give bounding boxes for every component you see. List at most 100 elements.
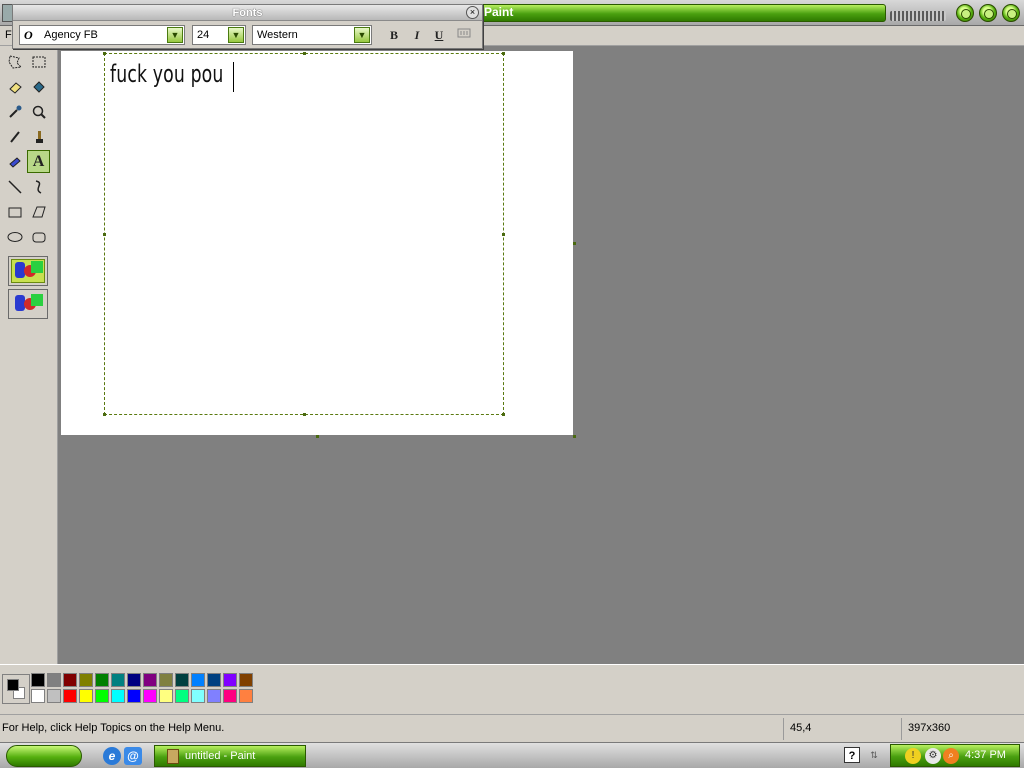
- help-icon[interactable]: ?: [844, 747, 860, 763]
- minimize-button[interactable]: [956, 4, 974, 22]
- canvas-resize-handle[interactable]: [316, 435, 319, 438]
- palette-swatch[interactable]: [111, 689, 125, 703]
- palette-swatch[interactable]: [239, 689, 253, 703]
- palette-swatch[interactable]: [207, 689, 221, 703]
- rounded-rect-icon[interactable]: [27, 225, 50, 248]
- free-select-icon[interactable]: [3, 50, 26, 73]
- palette-swatch[interactable]: [175, 689, 189, 703]
- palette-swatch[interactable]: [239, 673, 253, 687]
- text-box-handle[interactable]: [103, 233, 106, 236]
- chevron-down-icon[interactable]: ▼: [228, 27, 244, 43]
- palette-swatch[interactable]: [127, 673, 141, 687]
- palette-swatch[interactable]: [47, 673, 61, 687]
- text-box-handle[interactable]: [502, 413, 505, 416]
- airbrush-glyph: [8, 156, 21, 168]
- color-picker-icon[interactable]: [3, 100, 26, 123]
- palette-swatch[interactable]: [175, 673, 189, 687]
- palette-swatch[interactable]: [63, 673, 77, 687]
- palette-swatch[interactable]: [159, 673, 173, 687]
- paint-task-icon: [167, 749, 179, 764]
- search-icon[interactable]: ⌕: [943, 748, 959, 764]
- taskbar-task-label: untitled - Paint: [185, 750, 256, 762]
- ellipse-icon[interactable]: [3, 225, 26, 248]
- brush-glyph: [35, 130, 43, 143]
- rectangle-icon[interactable]: [3, 200, 26, 223]
- text-box-handle[interactable]: [303, 413, 306, 416]
- curve-icon[interactable]: [27, 175, 50, 198]
- option-shape-icon: [31, 294, 43, 306]
- text-caret: [233, 62, 234, 92]
- security-shield-icon[interactable]: !: [905, 748, 921, 764]
- fonts-toolbar[interactable]: Fonts × O Agency FB ▼ 24 ▼ Western ▼ B I…: [12, 4, 483, 49]
- start-button[interactable]: [6, 745, 82, 767]
- underline-button[interactable]: U: [429, 26, 449, 44]
- rect-select-icon[interactable]: [27, 50, 50, 73]
- magnifier-icon[interactable]: [27, 100, 50, 123]
- palette-swatch[interactable]: [79, 689, 93, 703]
- email-icon[interactable]: @: [124, 747, 142, 765]
- vertical-text-button[interactable]: [454, 26, 474, 44]
- status-help-text: For Help, click Help Topics on the Help …: [2, 722, 225, 734]
- bold-button[interactable]: B: [384, 26, 404, 44]
- palette-swatch[interactable]: [191, 689, 205, 703]
- palette-swatch[interactable]: [223, 689, 237, 703]
- text-box-handle[interactable]: [502, 52, 505, 55]
- palette-swatch[interactable]: [31, 673, 45, 687]
- palette-swatch[interactable]: [111, 673, 125, 687]
- transparent-background-option[interactable]: [8, 289, 48, 319]
- taskbar-paint-button[interactable]: untitled - Paint: [154, 745, 306, 767]
- text-box-selection[interactable]: [104, 53, 504, 415]
- line-icon[interactable]: [3, 175, 26, 198]
- line-glyph: [7, 179, 22, 194]
- palette-swatch[interactable]: [79, 673, 93, 687]
- font-size-select[interactable]: 24 ▼: [192, 25, 246, 45]
- taskbar: e @ untitled - Paint ? ⇅ ! ⚙ ⌕ 4:37 PM: [0, 742, 1024, 768]
- cursor-coordinates: 45,4: [783, 718, 901, 740]
- tray-arrows-icon[interactable]: ⇅: [866, 747, 882, 763]
- brush-icon[interactable]: [27, 125, 50, 148]
- text-box-handle[interactable]: [103, 413, 106, 416]
- palette-swatch[interactable]: [191, 673, 205, 687]
- palette-swatch[interactable]: [95, 689, 109, 703]
- canvas-resize-handle[interactable]: [573, 242, 576, 245]
- canvas-resize-handle[interactable]: [573, 435, 576, 438]
- vertical-text-icon: [457, 28, 471, 38]
- typed-text[interactable]: fuck you pou: [110, 60, 224, 88]
- palette-swatch[interactable]: [143, 689, 157, 703]
- palette-swatch[interactable]: [223, 673, 237, 687]
- font-size-value: 24: [197, 29, 210, 41]
- fill-bucket-glyph: [32, 80, 45, 93]
- chevron-down-icon[interactable]: ▼: [354, 27, 370, 43]
- chevron-down-icon[interactable]: ▼: [167, 27, 183, 43]
- text-box-handle[interactable]: [103, 52, 106, 55]
- current-colors[interactable]: [2, 674, 30, 704]
- menu-file[interactable]: F: [5, 29, 12, 41]
- close-button[interactable]: [1002, 4, 1020, 22]
- fill-bucket-icon[interactable]: [27, 75, 50, 98]
- airbrush-icon[interactable]: [3, 150, 26, 173]
- palette-swatch[interactable]: [159, 689, 173, 703]
- text-box-handle[interactable]: [303, 52, 306, 55]
- palette-swatch[interactable]: [95, 673, 109, 687]
- polygon-icon[interactable]: [27, 200, 50, 223]
- palette-swatch[interactable]: [31, 689, 45, 703]
- palette-swatch[interactable]: [63, 689, 77, 703]
- font-name-select[interactable]: O Agency FB ▼: [19, 25, 185, 45]
- foreground-color[interactable]: [7, 679, 19, 691]
- italic-button[interactable]: I: [407, 26, 427, 44]
- font-script-select[interactable]: Western ▼: [252, 25, 372, 45]
- eraser-icon[interactable]: [3, 75, 26, 98]
- text-tool-icon[interactable]: A: [27, 150, 50, 173]
- fonts-toolbar-caption[interactable]: Fonts ×: [13, 5, 482, 21]
- maximize-button[interactable]: [979, 4, 997, 22]
- palette-swatch[interactable]: [47, 689, 61, 703]
- opaque-background-option[interactable]: [8, 256, 48, 286]
- text-box-handle[interactable]: [502, 233, 505, 236]
- internet-explorer-icon[interactable]: e: [103, 747, 121, 765]
- palette-swatch[interactable]: [207, 673, 221, 687]
- close-icon[interactable]: ×: [466, 6, 479, 19]
- network-icon[interactable]: ⚙: [925, 748, 941, 764]
- palette-swatch[interactable]: [143, 673, 157, 687]
- pencil-icon[interactable]: [3, 125, 26, 148]
- palette-swatch[interactable]: [127, 689, 141, 703]
